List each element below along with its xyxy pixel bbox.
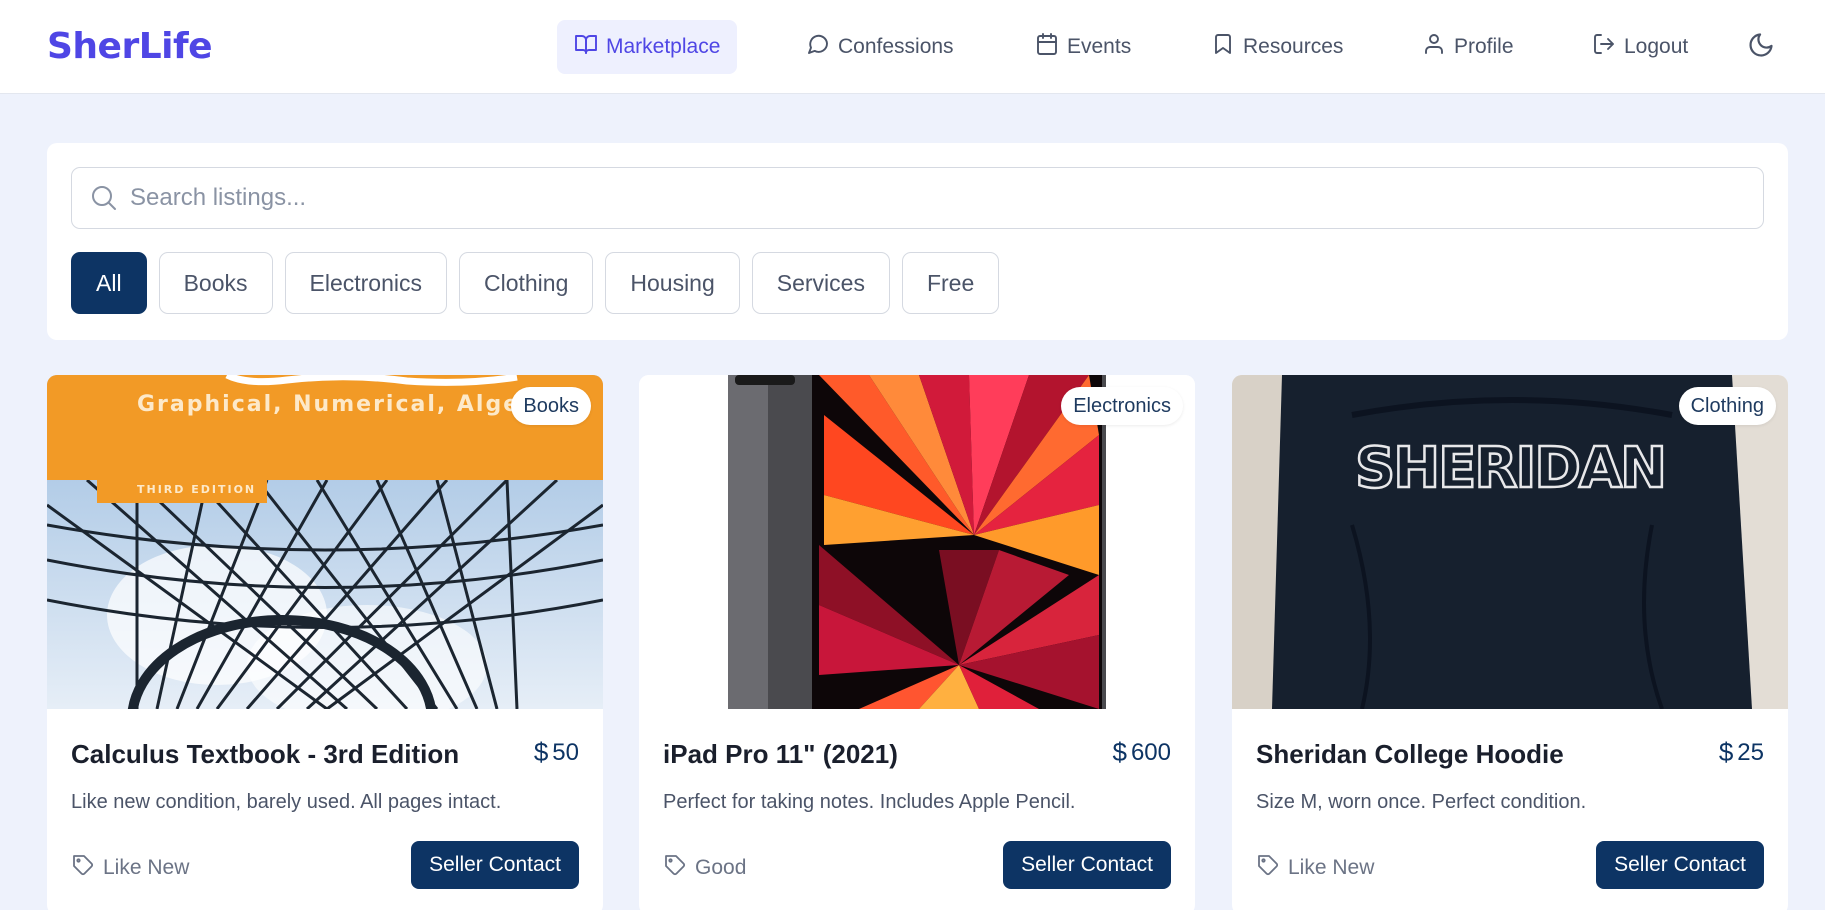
- nav-marketplace[interactable]: Marketplace: [557, 20, 738, 74]
- search-box: [71, 167, 1764, 229]
- moon-icon: [1747, 31, 1775, 64]
- user-icon: [1422, 32, 1446, 62]
- filter-panel: All Books Electronics Clothing Housing S…: [47, 143, 1788, 340]
- nav-events-label: Events: [1067, 35, 1132, 58]
- tag-icon: [663, 853, 687, 883]
- search-input[interactable]: [130, 184, 1763, 212]
- dollar-icon: $: [1718, 737, 1734, 767]
- condition-label: Like New: [1288, 856, 1375, 879]
- dollar-icon: $: [1112, 737, 1127, 767]
- listing-card[interactable]: THIRD EDITION Graphical, Numerical, Alge…: [47, 375, 603, 910]
- category-badge: Clothing: [1678, 387, 1776, 425]
- calendar-icon: [1035, 32, 1059, 62]
- seller-contact-button[interactable]: Seller Contact: [1596, 841, 1764, 889]
- listing-title[interactable]: Sheridan College Hoodie: [1256, 739, 1564, 770]
- nav-confessions-label: Confessions: [838, 35, 954, 58]
- nav-profile-label: Profile: [1454, 35, 1514, 58]
- listing-description: Like new condition, barely used. All pag…: [71, 791, 502, 813]
- nav-resources[interactable]: Resources: [1194, 20, 1360, 74]
- listing-condition: Good: [663, 853, 746, 883]
- nav-resources-label: Resources: [1243, 35, 1344, 58]
- filter-chip-clothing[interactable]: Clothing: [458, 252, 594, 314]
- filter-chip-services[interactable]: Services: [751, 252, 890, 314]
- book-edition-text: THIRD EDITION: [137, 483, 256, 496]
- theme-toggle-button[interactable]: [1744, 30, 1778, 64]
- filter-chip-electronics[interactable]: Electronics: [284, 252, 447, 314]
- listing-image[interactable]: THIRD EDITION Graphical, Numerical, Alge…: [47, 375, 603, 709]
- listing-card[interactable]: Electronics iPad Pro 11" (2021) $ 600 Pe…: [639, 375, 1195, 910]
- condition-label: Like New: [103, 856, 190, 879]
- message-circle-icon: [806, 32, 830, 62]
- listing-description: Perfect for taking notes. Includes Apple…: [663, 791, 1076, 813]
- listing-condition: Like New: [71, 853, 189, 883]
- listing-title[interactable]: iPad Pro 11" (2021): [663, 739, 898, 770]
- listing-price: $ 50: [534, 737, 579, 768]
- nav-marketplace-label: Marketplace: [606, 35, 721, 58]
- nav-logout-label: Logout: [1624, 35, 1689, 58]
- listing-price: $ 600: [1112, 737, 1171, 768]
- logout-icon: [1592, 32, 1616, 62]
- listing-card[interactable]: SHERIDAN Clothing Sheridan College Hoodi…: [1232, 375, 1788, 910]
- nav-events[interactable]: Events: [1018, 20, 1148, 74]
- tag-icon: [71, 853, 95, 883]
- seller-contact-button[interactable]: Seller Contact: [411, 841, 579, 889]
- search-icon: [90, 184, 118, 212]
- listing-image[interactable]: SHERIDAN Clothing: [1232, 375, 1788, 709]
- book-open-icon: [574, 32, 598, 62]
- tag-icon: [1256, 853, 1280, 883]
- price-value: 600: [1130, 738, 1171, 766]
- price-value: 50: [552, 738, 579, 766]
- condition-label: Good: [695, 856, 747, 879]
- listing-condition: Like New: [1256, 853, 1374, 883]
- nav-profile[interactable]: Profile: [1405, 20, 1531, 74]
- brand-logo[interactable]: SherLife: [47, 26, 213, 67]
- listing-description: Size M, worn once. Perfect condition.: [1256, 791, 1587, 813]
- seller-contact-button[interactable]: Seller Contact: [1003, 841, 1171, 889]
- nav-confessions[interactable]: Confessions: [789, 20, 971, 74]
- filter-chip-housing[interactable]: Housing: [605, 252, 740, 314]
- hoodie-print-text: SHERIDAN: [1355, 436, 1665, 501]
- bookmark-icon: [1211, 32, 1235, 62]
- category-filters: All Books Electronics Clothing Housing S…: [71, 252, 1000, 314]
- listing-image[interactable]: Electronics: [639, 375, 1195, 709]
- category-badge: Books: [511, 387, 591, 425]
- nav-logout[interactable]: Logout: [1575, 20, 1705, 74]
- listing-title[interactable]: Calculus Textbook - 3rd Edition: [71, 739, 459, 770]
- top-nav-bar: SherLife Marketplace Confessions Events …: [0, 0, 1825, 94]
- book-subtitle-text: Graphical, Numerical, Alge: [137, 392, 520, 417]
- price-value: 25: [1737, 738, 1764, 766]
- filter-chip-books[interactable]: Books: [158, 252, 273, 314]
- filter-chip-all[interactable]: All: [71, 252, 147, 314]
- filter-chip-free[interactable]: Free: [901, 252, 1000, 314]
- category-badge: Electronics: [1061, 387, 1183, 425]
- dollar-icon: $: [533, 737, 549, 767]
- listing-price: $ 25: [1719, 737, 1764, 768]
